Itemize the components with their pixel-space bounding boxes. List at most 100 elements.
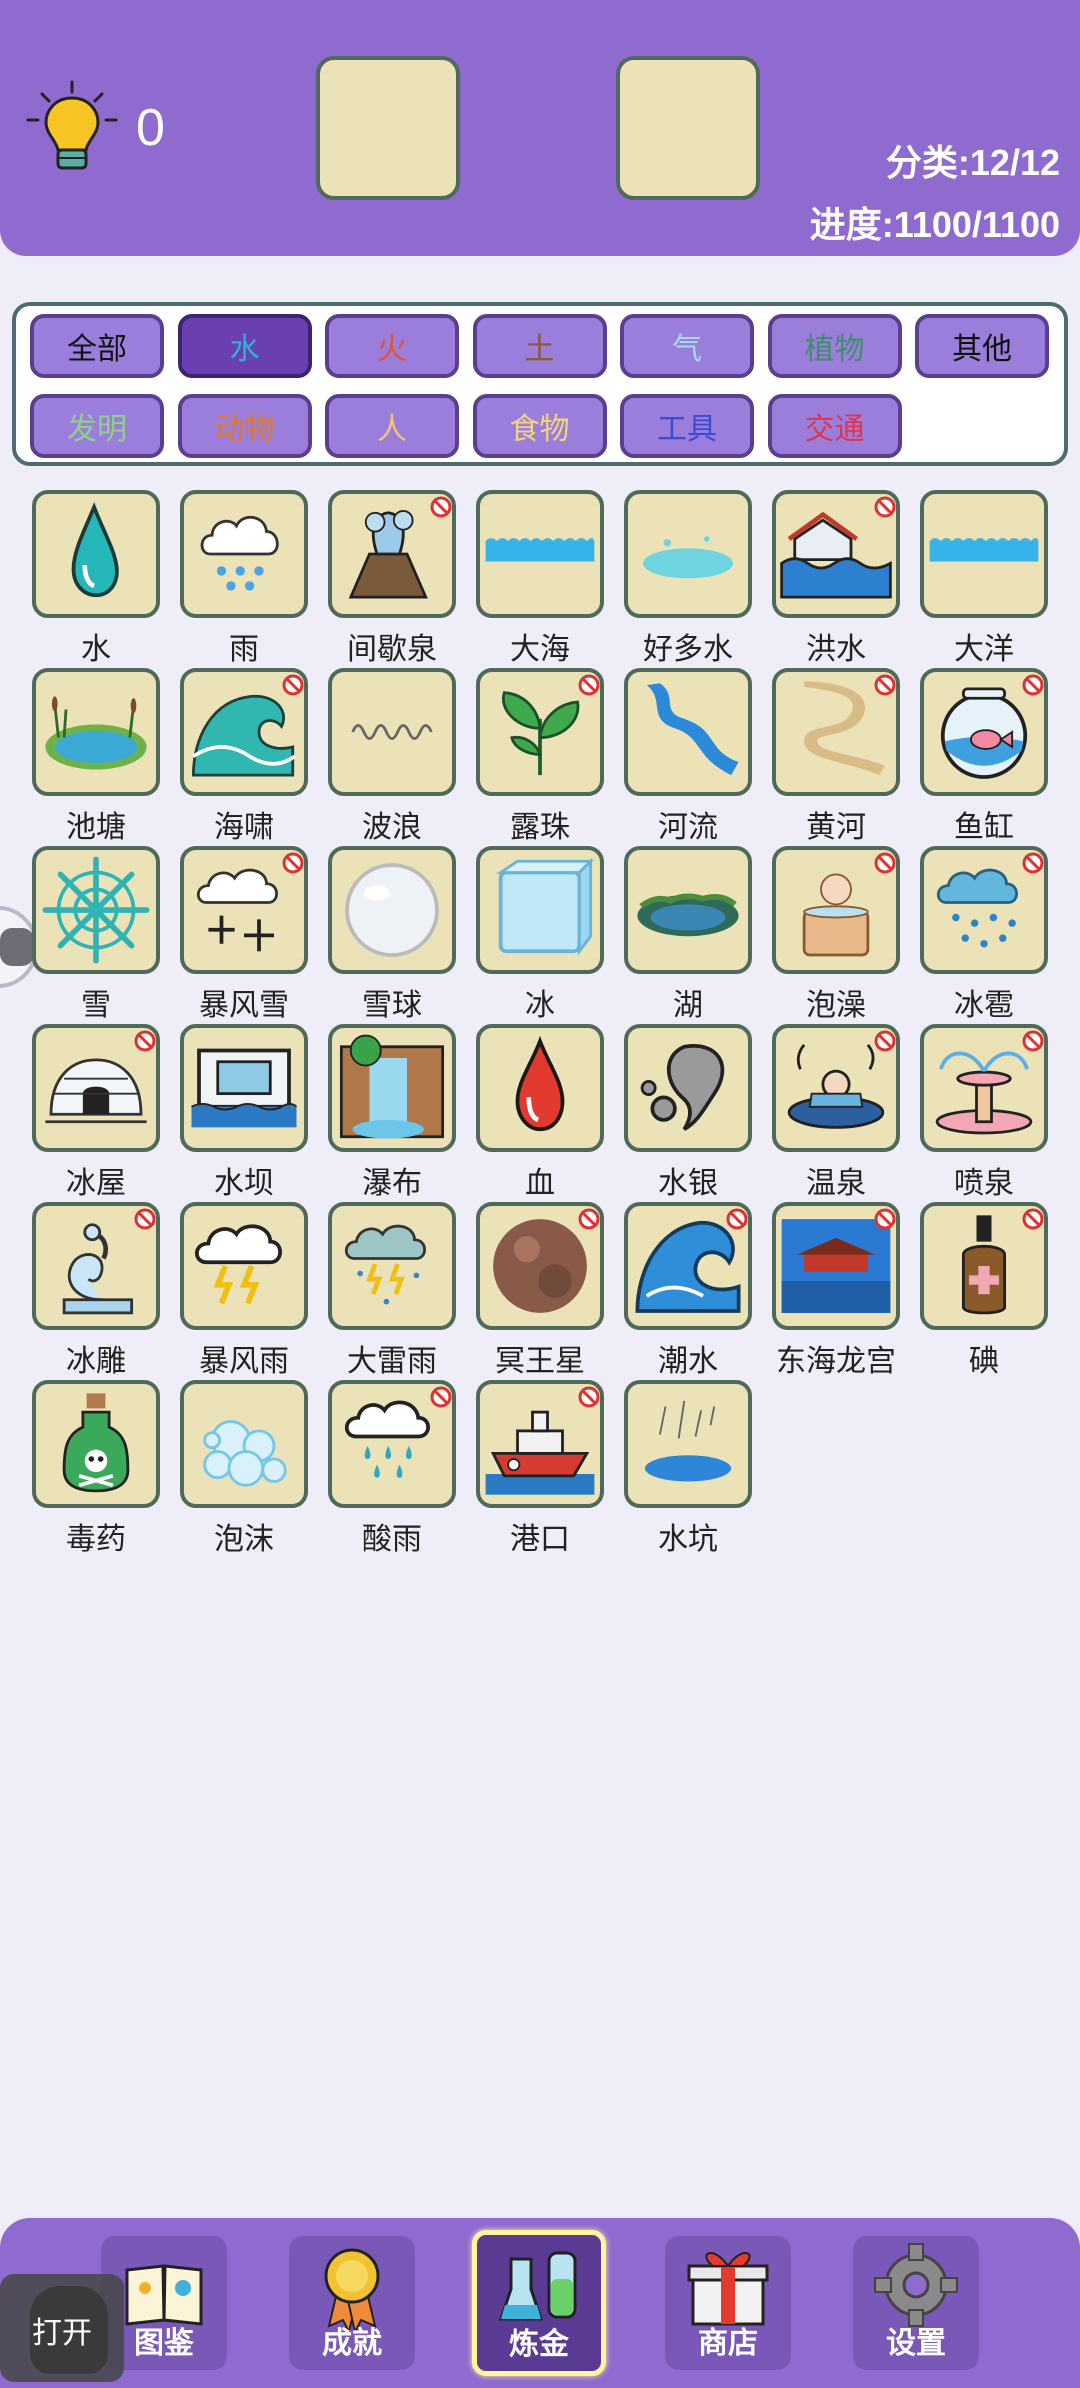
no-symbol-icon (1022, 674, 1044, 696)
poison-bottle-icon (32, 1380, 160, 1508)
book-icon (125, 2264, 203, 2326)
filter-chip-5[interactable]: 植物 (767, 314, 902, 378)
lake-icon (624, 846, 752, 974)
nav-label: 设置 (886, 2326, 946, 2361)
open-button-label: 打开 (32, 2316, 92, 2351)
mercury-icon (624, 1024, 752, 1152)
combine-slot-2[interactable] (616, 56, 760, 200)
bubbles-icon (180, 1380, 308, 1508)
dam-icon (180, 1024, 308, 1152)
snowflake-icon (32, 846, 160, 974)
element-label: 波浪 (362, 810, 422, 845)
progress-stat: 进度:1100/1100 (809, 204, 1060, 245)
element-label: 冰屋 (66, 1166, 126, 1201)
ice-cube-icon (476, 846, 604, 974)
nav-gear[interactable]: 设置 (853, 2236, 979, 2370)
thunderstorm-icon (328, 1202, 456, 1330)
nav-label: 商店 (698, 2326, 758, 2361)
no-symbol-icon (874, 852, 896, 874)
snowball-icon (328, 846, 456, 974)
element-label: 泡澡 (806, 988, 866, 1023)
handle-icon (0, 928, 34, 966)
element-label: 暴风雪 (199, 988, 289, 1023)
medal-icon (324, 2248, 380, 2330)
gift-icon (687, 2252, 769, 2326)
top-bar: 0 分类:12/12 进度:1100/1100 (0, 0, 1080, 256)
filter-chip-10[interactable]: 食物 (472, 394, 607, 458)
nav-label: 炼金 (509, 2327, 569, 2362)
element-label: 水坑 (658, 1522, 718, 1557)
element-label: 大海 (510, 632, 570, 667)
element-label: 毒药 (66, 1522, 126, 1557)
element-label: 冰 (525, 988, 555, 1023)
no-symbol-icon (874, 1208, 896, 1230)
no-symbol-icon (578, 1208, 600, 1230)
puddle-icon (624, 490, 752, 618)
filter-chip-12[interactable]: 交通 (767, 394, 902, 458)
filter-chip-4[interactable]: 气 (620, 314, 754, 378)
nav-label: 成就 (322, 2326, 382, 2361)
storm-icon (180, 1202, 308, 1330)
sea-icon (476, 490, 604, 618)
element-label: 潮水 (658, 1344, 718, 1379)
element-label: 暴风雨 (199, 1344, 289, 1379)
no-symbol-icon (874, 674, 896, 696)
element-label: 水坝 (214, 1166, 274, 1201)
element-label: 鱼缸 (954, 810, 1014, 845)
filter-chip-1[interactable]: 水 (177, 314, 312, 378)
waterfall-icon (328, 1024, 456, 1152)
filter-chip-7[interactable]: 发明 (30, 394, 164, 458)
element-label: 海啸 (214, 810, 274, 845)
no-symbol-icon (1022, 852, 1044, 874)
filter-chip-11[interactable]: 工具 (620, 394, 754, 458)
element-label: 冰雕 (66, 1344, 126, 1379)
nav-medal[interactable]: 成就 (289, 2236, 415, 2370)
rain-puddle-icon (624, 1380, 752, 1508)
element-label: 露珠 (510, 810, 570, 845)
element-label: 喷泉 (954, 1166, 1014, 1201)
element-label: 碘 (969, 1344, 999, 1379)
river-icon (624, 668, 752, 796)
element-label: 酸雨 (362, 1522, 422, 1557)
filter-chip-2[interactable]: 火 (325, 314, 459, 378)
category-stat: 分类:12/12 (885, 142, 1060, 183)
rain-cloud-icon (180, 490, 308, 618)
element-label: 温泉 (806, 1166, 866, 1201)
nav-flask[interactable]: 炼金 (472, 2230, 606, 2376)
open-button[interactable]: 打开 (0, 2274, 124, 2382)
element-label: 水银 (658, 1166, 718, 1201)
no-symbol-icon (282, 674, 304, 696)
no-symbol-icon (430, 496, 452, 518)
bottom-nav: 图鉴 成就 炼金 商店 设置 (0, 2218, 1080, 2388)
no-symbol-icon (134, 1208, 156, 1230)
no-symbol-icon (874, 496, 896, 518)
element-label: 冰雹 (954, 988, 1014, 1023)
no-symbol-icon (578, 1386, 600, 1408)
pond-icon (32, 668, 160, 796)
no-symbol-icon (726, 1208, 748, 1230)
element-label: 血 (525, 1166, 555, 1201)
element-label: 黄河 (806, 810, 866, 845)
lightbulb-hint-icon[interactable] (22, 78, 122, 178)
element-label: 大雷雨 (347, 1344, 437, 1379)
element-label: 雪 (81, 988, 111, 1023)
filter-chip-0[interactable]: 全部 (30, 314, 164, 378)
filter-chip-9[interactable]: 人 (325, 394, 459, 458)
element-label: 泡沫 (214, 1522, 274, 1557)
filter-chip-3[interactable]: 土 (472, 314, 607, 378)
no-symbol-icon (134, 1030, 156, 1052)
no-symbol-icon (874, 1030, 896, 1052)
no-symbol-icon (1022, 1208, 1044, 1230)
filter-chip-6[interactable]: 其他 (915, 314, 1049, 378)
element-label: 瀑布 (362, 1166, 422, 1201)
nav-gift[interactable]: 商店 (665, 2236, 791, 2370)
element-label: 水 (81, 632, 111, 667)
combine-slot-1[interactable] (316, 56, 460, 200)
hint-count: 0 (136, 99, 165, 157)
water-drop-icon (32, 490, 160, 618)
blood-drop-icon (476, 1024, 604, 1152)
filter-chip-8[interactable]: 动物 (177, 394, 312, 458)
element-label: 东海龙宫 (776, 1344, 896, 1379)
category-filter-panel: 全部水火土气植物 其他发明 动物人食物 工具 交通 (12, 302, 1068, 466)
element-label: 湖 (673, 988, 703, 1023)
